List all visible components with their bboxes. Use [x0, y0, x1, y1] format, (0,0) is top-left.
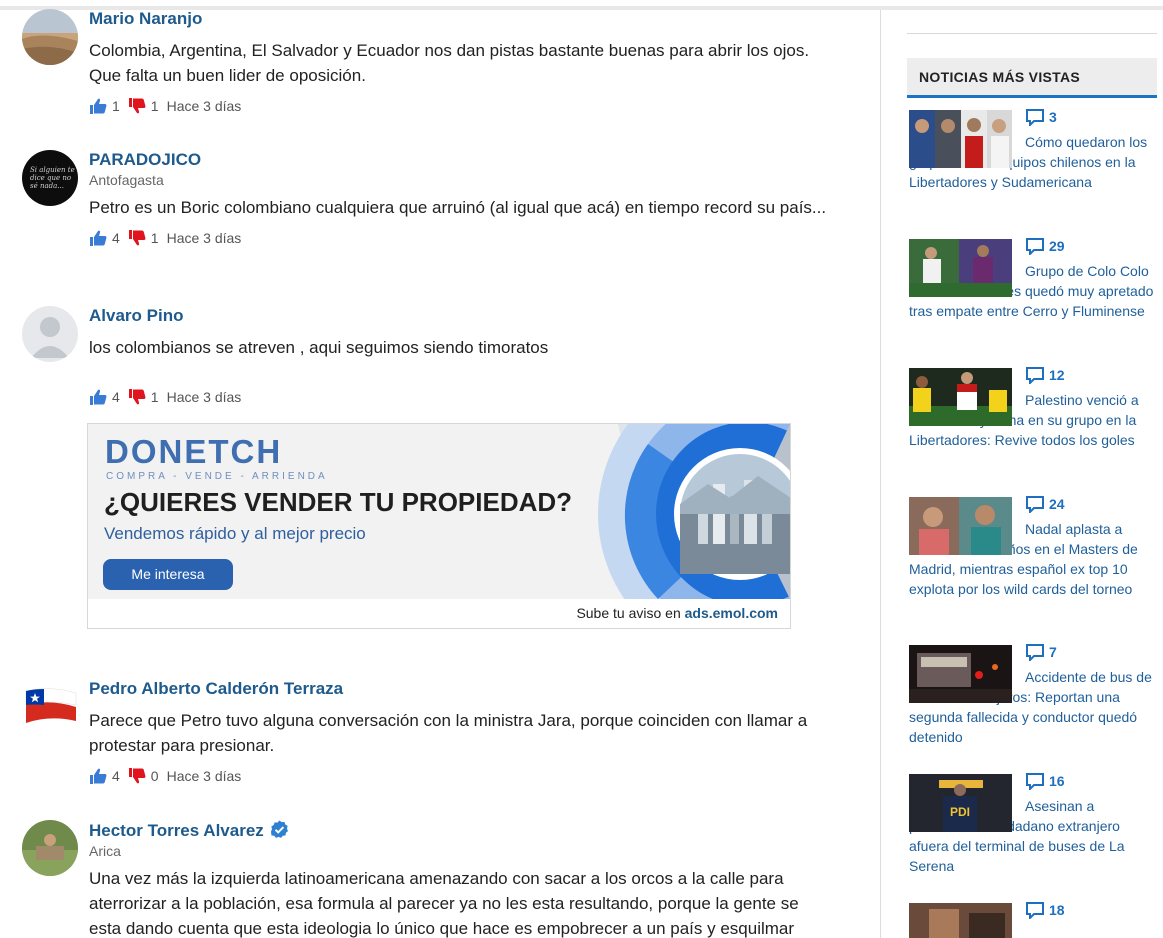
comment-author[interactable]: Alvaro Pino [89, 306, 183, 326]
comment-author-name[interactable]: Hector Torres Alvarez [89, 821, 264, 840]
ad-headline: ¿QUIERES VENDER TU PROPIEDAD? [104, 487, 573, 517]
comment-time: Hace 3 días [166, 768, 242, 784]
comment-bubble-icon [1026, 367, 1044, 384]
comment-votes: 4 0 Hace 3 días [89, 767, 834, 785]
ad-city-graphic [598, 424, 790, 599]
news-comment-count[interactable]: 7 [1025, 643, 1057, 661]
comment-votes: 4 1 Hace 3 días [89, 388, 834, 406]
news-comment-count[interactable]: 3 [1025, 108, 1057, 126]
dislike-count: 1 [150, 98, 159, 114]
thumbs-down-icon[interactable] [128, 388, 146, 406]
ad-footer: Sube tu aviso en ads.emol.com [576, 605, 778, 621]
news-item[interactable]: 24 Nadal aplasta a invitado de 16 años e… [909, 495, 1159, 599]
comment-location: Arica [89, 843, 121, 859]
avatar[interactable] [22, 820, 78, 876]
like-count: 4 [112, 230, 120, 246]
comment-bubble-icon [1026, 773, 1044, 790]
comment-time: Hace 3 días [166, 98, 242, 114]
news-count-value: 18 [1049, 902, 1065, 918]
news-thumbnail[interactable]: PDI [909, 774, 1012, 832]
news-count-value: 24 [1049, 496, 1065, 512]
comment-text: Petro es un Boric colombiano cualquiera … [89, 198, 827, 217]
news-thumbnail[interactable] [909, 645, 1012, 703]
ad-banner[interactable]: DONETCH COMPRA - VENDE - ARRIENDA ¿QUIER… [88, 424, 790, 599]
svg-text:dice que no: dice que no [30, 174, 71, 182]
comment-author[interactable]: PARADOJICO [89, 150, 201, 170]
comments-column: Mario Naranjo Colombia, Argentina, El Sa… [0, 0, 880, 938]
news-thumbnail[interactable] [909, 239, 1012, 297]
ad-footer-link[interactable]: ads.emol.com [685, 605, 778, 621]
comment-bubble-icon [1026, 238, 1044, 255]
news-count-value: 16 [1049, 773, 1065, 789]
thumbs-up-icon[interactable] [89, 229, 107, 247]
avatar[interactable]: Si alguien te dice que no sé nada... [22, 150, 78, 206]
comment-time: Hace 3 días [166, 230, 242, 246]
news-comment-count[interactable]: 12 [1025, 366, 1065, 384]
ad-cta-button[interactable]: Me interesa [103, 559, 233, 590]
comment-text: los colombianos se atreven , aqui seguim… [89, 338, 549, 357]
comment-time: Hace 3 días [166, 389, 242, 405]
ad-brand: DONETCH [105, 433, 283, 470]
comment-location: Antofagasta [89, 172, 164, 188]
news-count-value: 7 [1049, 644, 1057, 660]
pdi-vest-label: PDI [950, 805, 970, 819]
like-count: 4 [112, 389, 120, 405]
news-comment-count[interactable]: 24 [1025, 495, 1065, 513]
comment-author[interactable]: Hector Torres Alvarez [89, 820, 289, 841]
dislike-count: 1 [150, 389, 159, 405]
news-thumbnail[interactable] [909, 368, 1012, 426]
like-count: 4 [112, 768, 120, 784]
thumbs-down-icon[interactable] [128, 229, 146, 247]
comment-author[interactable]: Mario Naranjo [89, 9, 202, 29]
news-item[interactable]: 29 Grupo de Colo Colo en la Libertadores… [909, 237, 1159, 321]
comment-text: Colombia, Argentina, El Salvador y Ecuad… [89, 41, 810, 85]
avatar[interactable] [22, 306, 78, 362]
thumbs-up-icon[interactable] [89, 767, 107, 785]
sidebar-rule [907, 33, 1157, 34]
dislike-count: 0 [150, 768, 159, 784]
news-comment-count[interactable]: 18 [1025, 901, 1065, 919]
sidebar: NOTICIAS MÁS VISTAS 3 Cómo quedaron los … [881, 0, 1163, 938]
comment-votes: 4 1 Hace 3 días [89, 229, 834, 247]
news-comment-count[interactable]: 29 [1025, 237, 1065, 255]
comment-author[interactable]: Pedro Alberto Calderón Terraza [89, 679, 343, 699]
comment-text: Parece que Petro tuvo alguna conversació… [89, 711, 808, 755]
comment-bubble-icon [1026, 644, 1044, 661]
ad-tagline: COMPRA - VENDE - ARRIENDA [106, 471, 328, 482]
news-item[interactable]: 12 Palestino venció a Millonarios y luch… [909, 366, 1159, 450]
svg-text:sé nada...: sé nada... [30, 182, 64, 190]
news-count-value: 3 [1049, 109, 1057, 125]
news-item[interactable]: PDI 16 Asesinan a puñaladas a ciudadano … [909, 772, 1159, 876]
like-count: 1 [112, 98, 120, 114]
avatar[interactable] [22, 9, 78, 65]
news-count-value: 29 [1049, 238, 1065, 254]
news-count-value: 12 [1049, 367, 1065, 383]
advertisement[interactable]: DONETCH COMPRA - VENDE - ARRIENDA ¿QUIER… [87, 423, 791, 629]
verified-badge-icon [270, 820, 289, 839]
avatar[interactable] [22, 679, 78, 735]
thumbs-down-icon[interactable] [128, 767, 146, 785]
most-viewed-header: NOTICIAS MÁS VISTAS [907, 58, 1157, 98]
ad-subline: Vendemos rápido y al mejor precio [104, 524, 366, 543]
thumbs-up-icon[interactable] [89, 388, 107, 406]
news-item[interactable]: 7 Accidente de bus de turistas extranjer… [909, 643, 1159, 747]
news-thumbnail[interactable] [909, 903, 1012, 938]
most-viewed-title: NOTICIAS MÁS VISTAS [919, 69, 1081, 85]
comment-votes: 1 1 Hace 3 días [89, 97, 834, 115]
comment-bubble-icon [1026, 902, 1044, 919]
comment-text: Una vez más la izquierda latinoamericana… [89, 869, 799, 938]
comment-bubble-icon [1026, 109, 1044, 126]
ad-footer-prefix: Sube tu aviso en [576, 605, 681, 621]
news-thumbnail[interactable] [909, 497, 1012, 555]
thumbs-down-icon[interactable] [128, 97, 146, 115]
news-comment-count[interactable]: 16 [1025, 772, 1065, 790]
svg-text:Si alguien te: Si alguien te [30, 166, 75, 174]
thumbs-up-icon[interactable] [89, 97, 107, 115]
news-thumbnail[interactable] [909, 110, 1012, 168]
comment-bubble-icon [1026, 496, 1044, 513]
news-item[interactable]: 3 Cómo quedaron los grupos de los equipo… [909, 108, 1159, 192]
dislike-count: 1 [150, 230, 159, 246]
